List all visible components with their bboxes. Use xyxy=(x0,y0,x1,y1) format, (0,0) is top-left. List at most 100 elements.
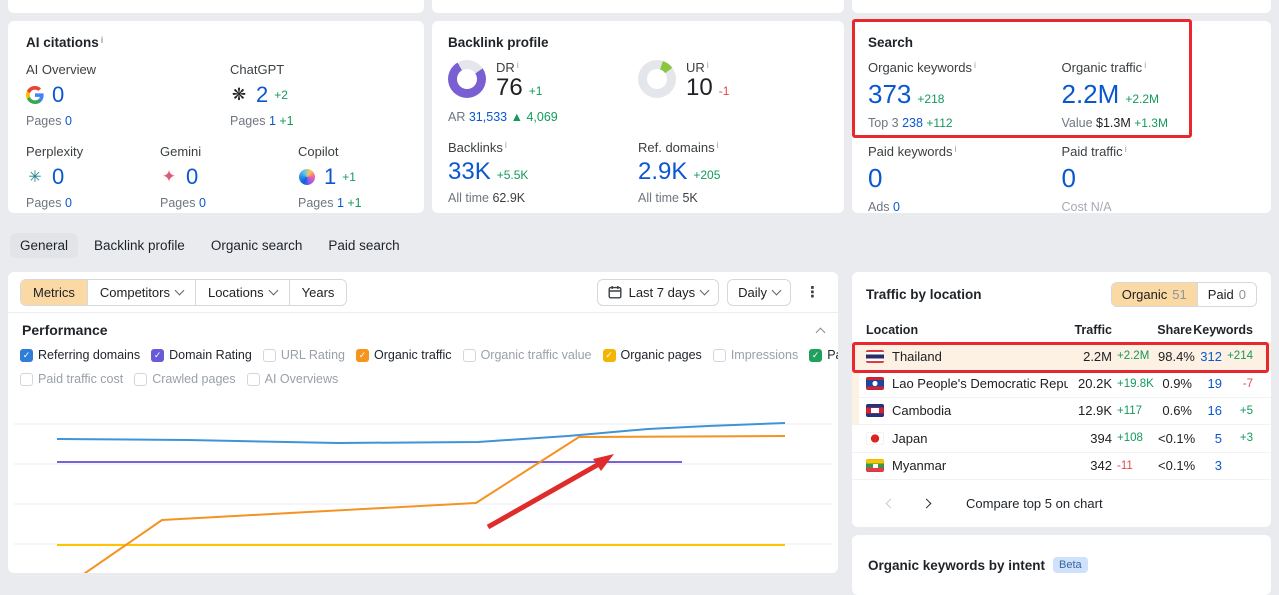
table-row-thailand[interactable]: Thailand 2.2M +2.2M 98.4% 312 +214 xyxy=(852,343,1271,371)
metric-impressions[interactable]: Impressions xyxy=(712,348,798,362)
checkbox-icon[interactable] xyxy=(246,372,260,386)
info-icon xyxy=(517,60,519,70)
metric-organic-traffic[interactable]: Organic traffic xyxy=(355,348,452,362)
organic-keywords-value[interactable]: 373 xyxy=(868,79,911,110)
info-icon xyxy=(101,35,104,45)
copilot-value: 1 xyxy=(324,164,337,189)
copilot-icon xyxy=(298,169,316,185)
metric-referring-domains[interactable]: Referring domains xyxy=(20,348,140,362)
ref-domains-metric: Ref. domains 2.9K+205 All time 5K xyxy=(638,140,828,205)
toggle-organic[interactable]: Organic 51 xyxy=(1111,282,1197,306)
domain-rating-donut xyxy=(448,60,486,98)
backlinks-value[interactable]: 33K xyxy=(448,159,491,184)
organic-traffic-value[interactable]: 2.2M xyxy=(1062,79,1120,110)
metric-crawled-pages[interactable]: Crawled pages xyxy=(134,372,236,386)
col-location[interactable]: Location xyxy=(866,323,1068,337)
url-rating-donut xyxy=(638,60,676,98)
checkbox-icon[interactable] xyxy=(20,372,33,386)
toggle-paid[interactable]: Paid 0 xyxy=(1196,282,1256,306)
tab-paid-search[interactable]: Paid search xyxy=(318,233,409,258)
organic-paid-toggle: Organic 51 Paid 0 xyxy=(1110,281,1257,307)
copilot-metric: Copilot 1 +1 Pages 1 +1 xyxy=(298,144,362,210)
metric-domain-rating[interactable]: Domain Rating xyxy=(151,348,252,362)
checkbox-icon[interactable] xyxy=(151,348,165,362)
ahrefs-rank: AR 31,533 ▲ 4,069 xyxy=(448,110,558,125)
organic-keywords-by-intent-card: Organic keywords by intent Beta xyxy=(852,535,1271,595)
perplexity-value: 0 xyxy=(52,164,65,189)
paid-traffic-value[interactable]: 0 xyxy=(1062,163,1076,194)
checkbox-icon[interactable] xyxy=(355,348,369,362)
checkbox-icon[interactable] xyxy=(262,348,276,362)
search-card: Search Organic keywords 373+218 Top 3 23… xyxy=(852,21,1271,214)
chart-mode-segmented-control: Metrics Competitors Locations Years xyxy=(20,278,348,306)
metric-organic-traffic-value[interactable]: Organic traffic value xyxy=(462,348,592,362)
section-tabs: General Backlink profile Organic search … xyxy=(10,233,410,258)
col-traffic[interactable]: Traffic xyxy=(1068,323,1112,337)
traffic-by-location-title: Traffic by location xyxy=(866,286,982,302)
previous-row-card-bottom xyxy=(8,0,424,13)
backlink-profile-title: Backlink profile xyxy=(448,35,549,50)
segment-locations[interactable]: Locations xyxy=(194,279,289,305)
tab-backlink-profile[interactable]: Backlink profile xyxy=(84,233,195,258)
table-row-cambodia[interactable]: Cambodia 12.9K +117 0.6% 16 +5 xyxy=(852,397,1271,426)
next-page-button[interactable] xyxy=(916,498,936,509)
checkbox-icon[interactable] xyxy=(20,348,33,362)
chevron-left-icon xyxy=(885,498,895,509)
metric-checkbox-row-2: Paid traffic cost Crawled pages AI Overv… xyxy=(20,372,838,386)
gemini-value: 0 xyxy=(186,164,199,189)
table-row-laos[interactable]: Lao People's Democratic Reput 20.2K +19.… xyxy=(852,370,1271,398)
performance-title: Performance xyxy=(22,322,108,338)
segment-competitors[interactable]: Competitors xyxy=(86,279,195,305)
metric-checkbox-row-1: Referring domains Domain Rating URL Rati… xyxy=(20,348,838,362)
ur-delta: -1 xyxy=(718,84,730,98)
up-triangle-icon: ▲ xyxy=(510,110,523,125)
info-icon xyxy=(955,144,957,154)
perplexity-metric: Perplexity ✳ 0 Pages 0 xyxy=(26,144,84,210)
myanmar-flag-icon xyxy=(866,459,884,473)
ref-domains-value[interactable]: 2.9K xyxy=(638,159,687,184)
perplexity-icon: ✳ xyxy=(28,169,42,186)
checkbox-icon[interactable] xyxy=(602,348,616,362)
paid-traffic-metric: Paid traffic 0 Cost N/A xyxy=(1062,144,1256,214)
checkbox-icon[interactable] xyxy=(809,348,823,362)
checkbox-icon[interactable] xyxy=(462,348,476,362)
info-icon xyxy=(974,60,976,70)
gemini-metric: Gemini ✦ 0 Pages 0 xyxy=(160,144,206,210)
granularity-button[interactable]: Daily xyxy=(727,278,791,306)
table-row-myanmar[interactable]: Myanmar 342 -11 <0.1% 3 xyxy=(852,453,1271,480)
cambodia-flag-icon xyxy=(866,404,884,418)
performance-card: Metrics Competitors Locations Years Last… xyxy=(8,272,838,573)
organic-traffic-metric: Organic traffic 2.2M+2.2M Value $1.3M +1… xyxy=(1062,60,1256,130)
metric-ai-overviews[interactable]: AI Overviews xyxy=(246,372,338,386)
info-icon xyxy=(1144,60,1146,70)
ai-citations-card: AI citations AI Overview 0 Pages 0 ChatG… xyxy=(8,21,424,213)
tab-general[interactable]: General xyxy=(10,233,79,258)
collapse-chevron-icon[interactable] xyxy=(815,327,826,337)
metric-url-rating[interactable]: URL Rating xyxy=(262,348,345,362)
previous-row-card-bottom xyxy=(432,0,844,13)
segment-metrics[interactable]: Metrics xyxy=(21,279,87,305)
metric-organic-pages[interactable]: Organic pages xyxy=(602,348,702,362)
paid-keywords-value[interactable]: 0 xyxy=(868,163,882,194)
more-options-button[interactable]: ⋮ xyxy=(799,283,826,301)
segment-years[interactable]: Years xyxy=(288,279,347,305)
traffic-by-location-card: Traffic by location Organic 51 Paid 0 Loca… xyxy=(852,272,1271,527)
checkbox-icon[interactable] xyxy=(134,372,148,386)
compare-top5-button[interactable]: Compare top 5 on chart xyxy=(966,496,1103,511)
checkbox-icon[interactable] xyxy=(712,348,726,362)
tab-organic-search[interactable]: Organic search xyxy=(201,233,313,258)
col-share[interactable]: Share xyxy=(1112,323,1192,337)
date-range-button[interactable]: Last 7 days xyxy=(596,278,720,306)
chatgpt-icon: ❋ xyxy=(231,85,247,104)
prev-page-button[interactable] xyxy=(880,498,900,509)
table-row-japan[interactable]: Japan 394 +108 <0.1% 5 +3 xyxy=(852,425,1271,453)
dr-delta: +1 xyxy=(528,84,543,98)
dr-value: 76 xyxy=(496,74,523,101)
performance-line-chart[interactable] xyxy=(8,390,838,573)
metric-paid-traffic[interactable]: Paid traffic xyxy=(809,348,838,362)
japan-flag-icon xyxy=(866,431,884,445)
metric-paid-traffic-cost[interactable]: Paid traffic cost xyxy=(20,372,123,386)
chevron-right-icon xyxy=(921,498,931,509)
col-keywords[interactable]: Keywords xyxy=(1192,323,1253,337)
chatgpt-delta: +2 xyxy=(274,88,288,102)
